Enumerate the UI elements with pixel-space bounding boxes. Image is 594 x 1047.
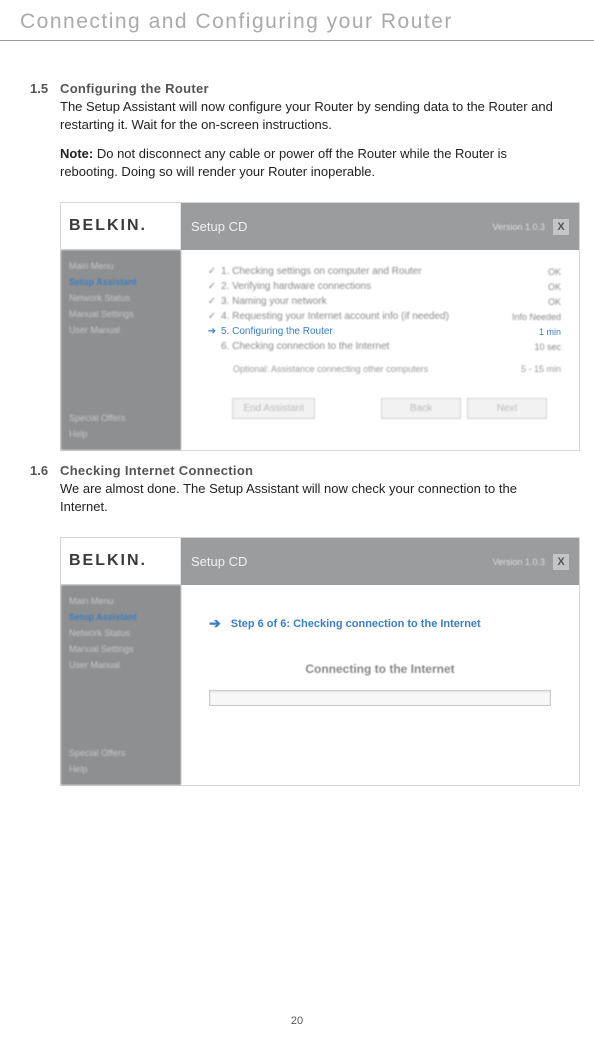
step-label: 4. Requesting your Internet account info… (221, 311, 491, 322)
end-assistant-button[interactable]: End Assistant (232, 398, 315, 419)
step-status: OK (491, 267, 561, 277)
step-row: ✓ 2. Verifying hardware connections OK (203, 279, 561, 294)
section-number: 1.6 (30, 463, 60, 527)
sidebar-item-main[interactable]: Main Menu (69, 593, 175, 609)
step-label: 5. Configuring the Router (221, 326, 491, 337)
optional-status: 5 - 15 min (521, 364, 561, 374)
arrow-right-icon: ➔ (209, 615, 221, 632)
progress-bar (209, 690, 551, 706)
main-panel: ➔ Step 6 of 6: Checking connection to th… (181, 585, 579, 785)
optional-step: Optional: Assistance connecting other co… (203, 364, 561, 374)
step-status: OK (491, 282, 561, 292)
step-row-current: ➔ 5. Configuring the Router 1 min (203, 324, 561, 339)
titlebar: Setup CD Version 1.0.3 X (181, 203, 579, 250)
titlebar: Setup CD Version 1.0.3 X (181, 538, 579, 585)
step-row: ✓ 4. Requesting your Internet account in… (203, 309, 561, 324)
section-number: 1.5 (30, 81, 60, 192)
optional-label: Optional: Assistance connecting other co… (233, 364, 428, 374)
step-status: Info Needed (491, 312, 561, 322)
sidebar-item-network-status[interactable]: Network Status (69, 625, 175, 641)
close-icon[interactable]: X (553, 554, 569, 570)
current-step-heading: ➔ Step 6 of 6: Checking connection to th… (209, 615, 551, 632)
version-label: Version 1.0.3 (492, 222, 545, 232)
sidebar: Main Menu Setup Assistant Network Status… (61, 585, 181, 785)
screenshot-checking-connection: BELKIN. Setup CD Version 1.0.3 X Main Me… (60, 537, 580, 786)
section-title: Checking Internet Connection (60, 463, 564, 478)
connecting-label: Connecting to the Internet (209, 662, 551, 676)
app-title: Setup CD (191, 554, 247, 569)
sidebar-item-main[interactable]: Main Menu (69, 258, 175, 274)
section-text: We are almost done. The Setup Assistant … (60, 480, 564, 515)
next-button[interactable]: Next (467, 398, 547, 419)
step-label: 1. Checking settings on computer and Rou… (221, 266, 491, 277)
sidebar-item-manual-settings[interactable]: Manual Settings (69, 641, 175, 657)
step-label: 2. Verifying hardware connections (221, 281, 491, 292)
screenshot-configuring-router: BELKIN. Setup CD Version 1.0.3 X Main Me… (60, 202, 580, 451)
step-row: ✓ 1. Checking settings on computer and R… (203, 264, 561, 279)
step-heading-text: Step 6 of 6: Checking connection to the … (231, 618, 481, 630)
note-label: Note: (60, 146, 93, 161)
sidebar-item-special-offers[interactable]: Special Offers (69, 745, 175, 761)
section-title: Configuring the Router (60, 81, 564, 96)
note-body: Do not disconnect any cable or power off… (60, 146, 507, 179)
sidebar-item-user-manual[interactable]: User Manual (69, 322, 175, 338)
section-note: Note: Do not disconnect any cable or pow… (60, 145, 564, 180)
page-header: Connecting and Configuring your Router (0, 0, 594, 38)
sidebar-item-setup-assistant[interactable]: Setup Assistant (69, 274, 175, 290)
close-icon[interactable]: X (553, 219, 569, 235)
sidebar-item-user-manual[interactable]: User Manual (69, 657, 175, 673)
step-row: ✓ 3. Naming your network OK (203, 294, 561, 309)
back-button[interactable]: Back (381, 398, 461, 419)
sidebar-item-help[interactable]: Help (69, 426, 175, 442)
belkin-logo: BELKIN. (69, 552, 172, 570)
step-status: OK (491, 297, 561, 307)
step-label: 3. Naming your network (221, 296, 491, 307)
step-row: 6. Checking connection to the Internet 1… (203, 339, 561, 354)
app-logo-cell: BELKIN. (61, 203, 181, 250)
check-icon: ✓ (203, 296, 221, 307)
section-text: The Setup Assistant will now configure y… (60, 98, 564, 133)
page-content: 1.5 Configuring the Router The Setup Ass… (0, 41, 594, 786)
app-logo-cell: BELKIN. (61, 538, 181, 585)
step-status: 1 min (491, 327, 561, 337)
step-label: 6. Checking connection to the Internet (221, 341, 491, 352)
sidebar-item-special-offers[interactable]: Special Offers (69, 410, 175, 426)
belkin-logo: BELKIN. (69, 217, 172, 235)
section-1-5: 1.5 Configuring the Router The Setup Ass… (30, 81, 564, 192)
step-status: 10 sec (491, 342, 561, 352)
check-icon: ✓ (203, 281, 221, 292)
sidebar-item-manual-settings[interactable]: Manual Settings (69, 306, 175, 322)
setup-steps-list: ✓ 1. Checking settings on computer and R… (203, 264, 561, 374)
check-icon: ✓ (203, 266, 221, 277)
sidebar: Main Menu Setup Assistant Network Status… (61, 250, 181, 450)
check-icon: ✓ (203, 311, 221, 322)
sidebar-item-help[interactable]: Help (69, 761, 175, 777)
sidebar-item-setup-assistant[interactable]: Setup Assistant (69, 609, 175, 625)
section-1-6: 1.6 Checking Internet Connection We are … (30, 463, 564, 527)
version-label: Version 1.0.3 (492, 557, 545, 567)
app-title: Setup CD (191, 219, 247, 234)
arrow-right-icon: ➔ (203, 326, 221, 337)
main-panel: ✓ 1. Checking settings on computer and R… (181, 250, 579, 450)
button-row: End Assistant Back Next (203, 392, 561, 433)
page-number: 20 (0, 1015, 594, 1027)
sidebar-item-network-status[interactable]: Network Status (69, 290, 175, 306)
